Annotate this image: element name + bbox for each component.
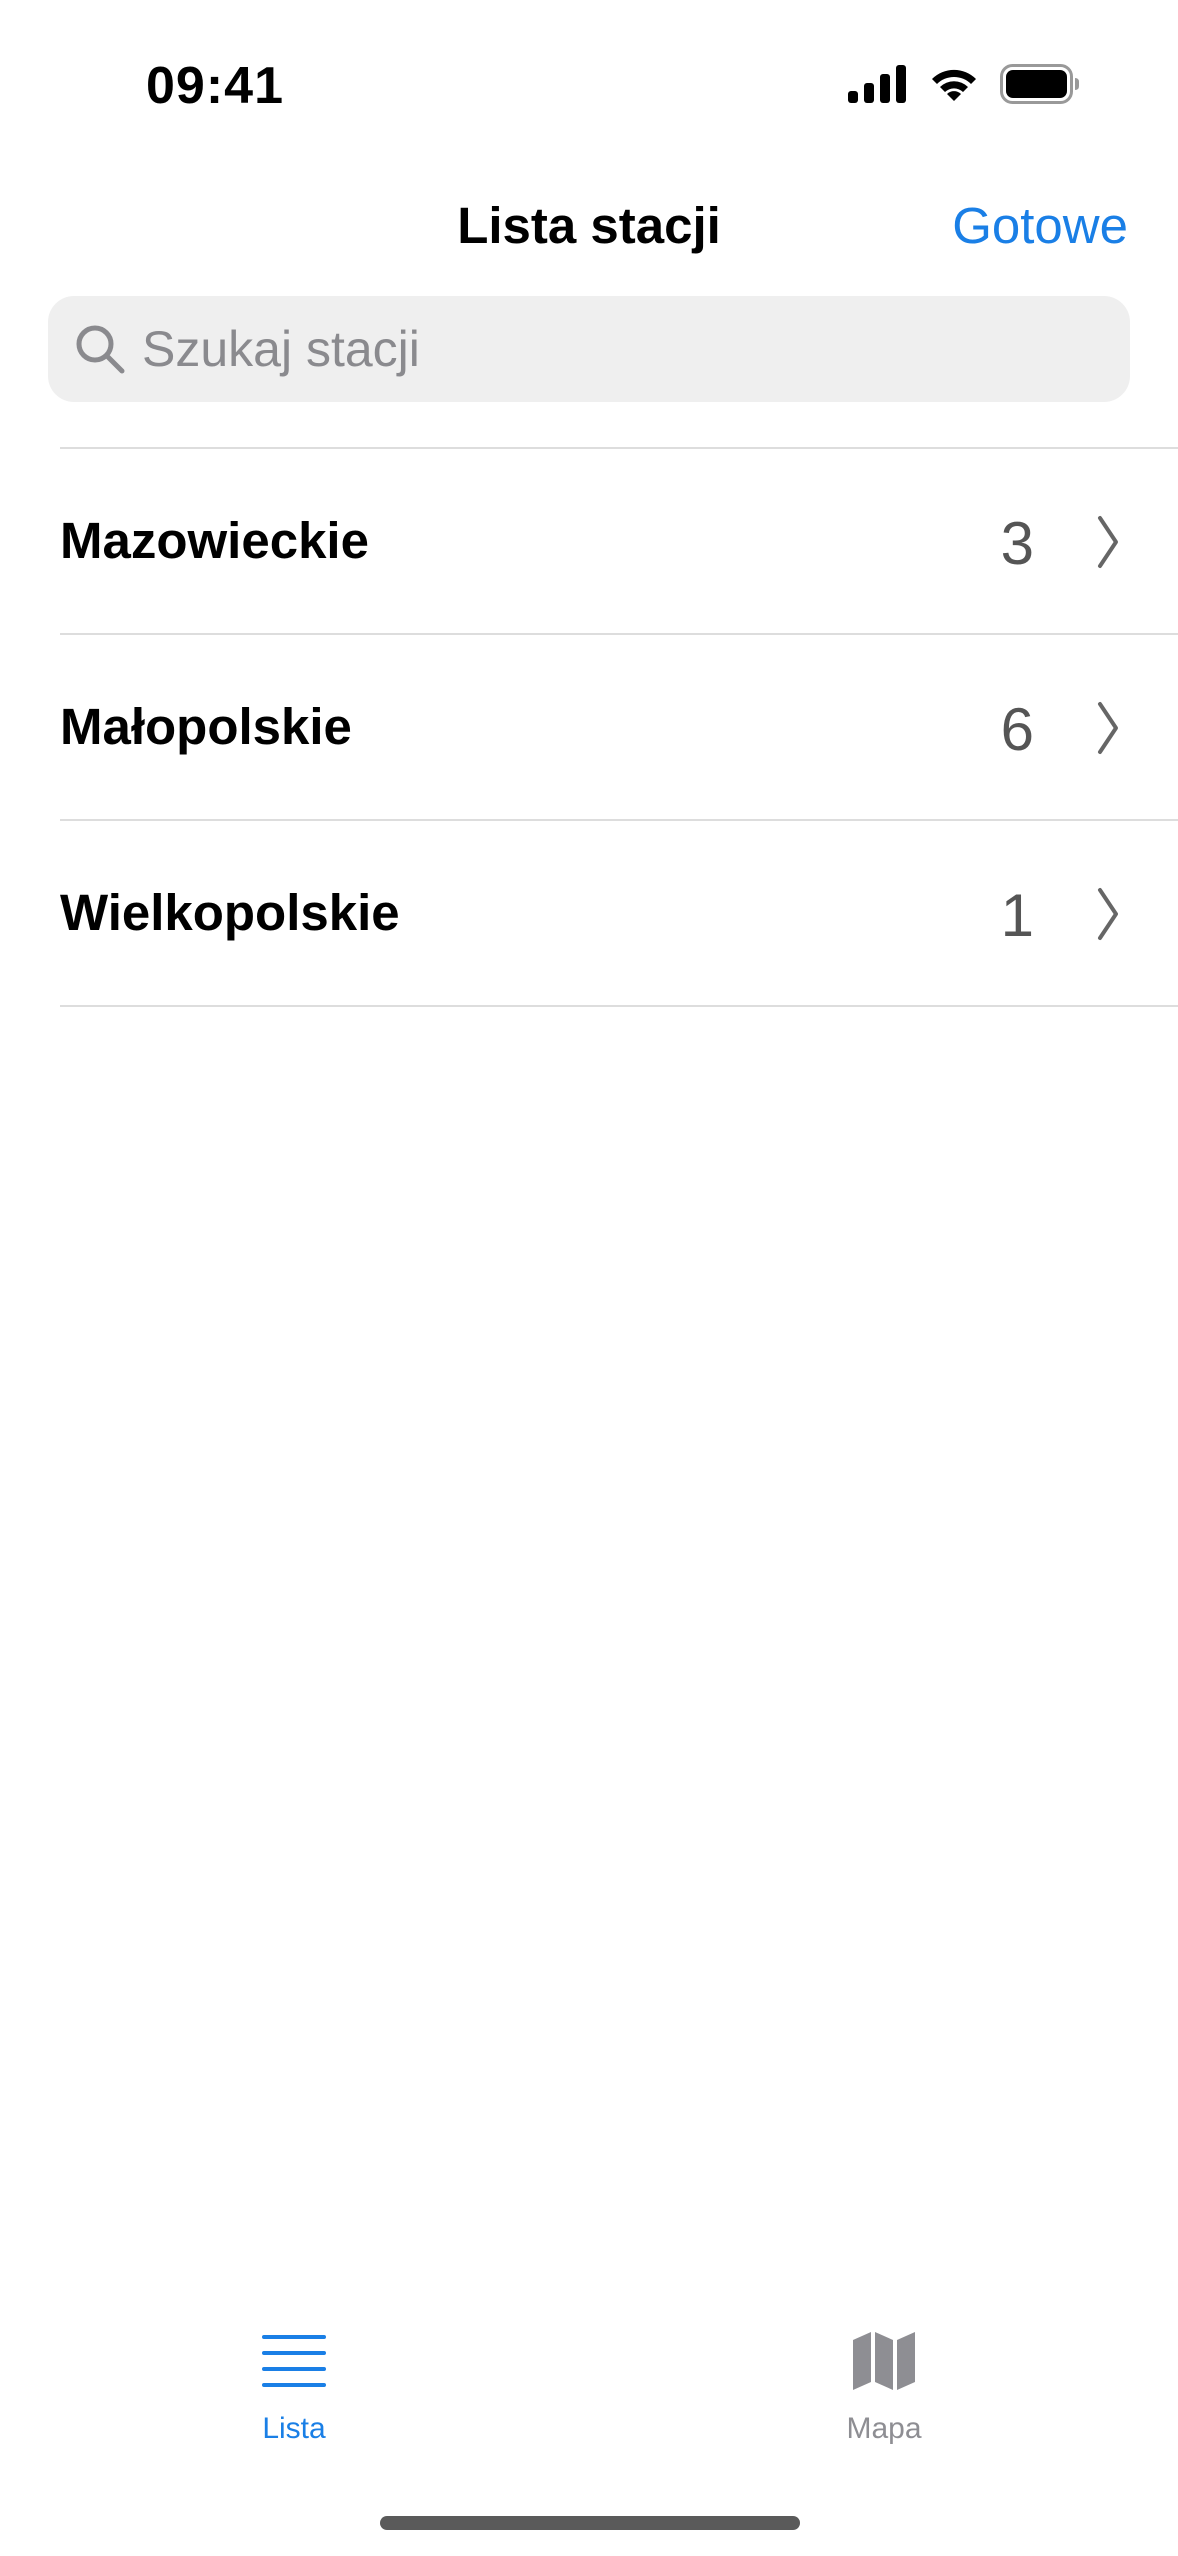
list-item-malopolskie[interactable]: Małopolskie 6 [60, 635, 1178, 819]
tab-label: Mapa [846, 2412, 922, 2445]
list-item-count: 3 [1000, 510, 1034, 577]
region-list: Mazowieckie 3 Małopolskie 6 Wielkopolski… [60, 447, 1178, 1007]
chevron-right-icon [1096, 701, 1120, 755]
chevron-right-icon [1096, 515, 1120, 569]
tab-label: Lista [262, 2412, 326, 2445]
status-time: 09:41 [146, 57, 284, 115]
list-item-label: Wielkopolskie [60, 884, 400, 941]
list-item-label: Mazowieckie [60, 512, 369, 569]
search-bar[interactable] [48, 296, 1130, 402]
tab-lista[interactable]: Lista [194, 2326, 394, 2446]
list-item-count: 6 [1000, 696, 1034, 763]
tab-bar: Lista Mapa [0, 2300, 1178, 2500]
map-icon [784, 2326, 984, 2396]
wifi-icon [928, 65, 980, 108]
list-item-wielkopolskie[interactable]: Wielkopolskie 1 [60, 821, 1178, 1005]
battery-icon [1000, 63, 1080, 109]
list-item-label: Małopolskie [60, 698, 352, 755]
home-indicator [380, 2516, 800, 2530]
status-icons [848, 63, 1080, 109]
divider [60, 1005, 1178, 1007]
done-button[interactable]: Gotowe [952, 196, 1128, 255]
status-bar: 09:41 [0, 0, 1178, 170]
list-item-count: 1 [1000, 882, 1034, 949]
search-icon [70, 319, 130, 379]
chevron-right-icon [1096, 887, 1120, 941]
list-icon [194, 2326, 394, 2396]
search-input[interactable] [140, 319, 1104, 379]
tab-mapa[interactable]: Mapa [784, 2326, 984, 2446]
cellular-signal-icon [848, 64, 908, 108]
list-item-mazowieckie[interactable]: Mazowieckie 3 [60, 449, 1178, 633]
